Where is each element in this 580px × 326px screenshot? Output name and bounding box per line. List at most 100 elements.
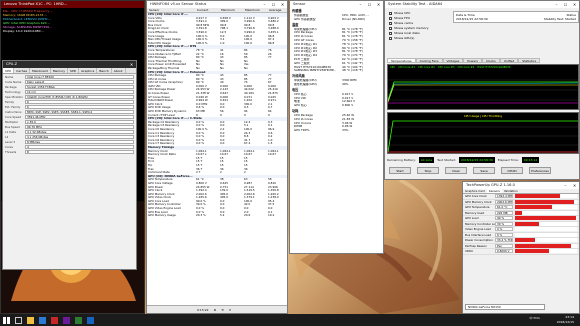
sensor-tree[interactable]: 传感器 传感器类型 CPU, HDD, ACPI, ... GPU 传感器类型 Driv… (290, 9, 383, 133)
gpuz-sensor-value: 33.4 % TDP (495, 238, 513, 243)
tab-sensors[interactable]: Sensors (486, 189, 502, 193)
tab-bench[interactable]: Bench (97, 68, 112, 73)
start-button[interactable] (0, 314, 12, 326)
tab-spd[interactable]: SPD (68, 68, 80, 73)
close-icon[interactable]: ✕ (127, 61, 136, 68)
maximize-icon[interactable]: ☐ (269, 1, 278, 8)
sensor-tree-window[interactable]: Sensor – ☐ ✕ 传感器 传感器类型 CPU, HDD, ACPI, ...… (289, 0, 384, 254)
checkbox[interactable] (389, 32, 392, 35)
taskbar-clock[interactable]: 23:14 2018/12/15 (557, 315, 574, 325)
settings-icon[interactable]: ⚙ (214, 308, 217, 312)
cpuid-button[interactable]: CPUID (501, 167, 523, 174)
column-header[interactable]: Current (195, 8, 219, 12)
cpuz-field-row: Threads 8 (3, 149, 136, 154)
field-value: Kaby Lake-R (25, 79, 134, 84)
gpu-select[interactable]: NVIDIA GeForce MX150 (465, 304, 545, 310)
tab-graphics[interactable]: Graphics (79, 68, 98, 73)
minimize-icon[interactable]: – (561, 182, 570, 189)
hwinfo-window[interactable]: HWiNFO64 v5.xx Sensor Status – ☐ ✕ Senso… (146, 0, 288, 314)
cpuz-field-row: Name Intel Core i7 8550U (3, 74, 136, 79)
cpuz-titlebar[interactable]: CPU-Z ✕ (3, 61, 136, 68)
sensor-tree-row[interactable]: GPU TDP% 33% (290, 129, 383, 133)
column-header[interactable]: Minimum (219, 8, 243, 12)
tab-graphics-card[interactable]: Graphics Card (463, 189, 487, 193)
field-label: Instructions (5, 109, 22, 114)
gpuz-sensor-graph (515, 205, 577, 210)
maximize-icon[interactable]: ☐ (561, 1, 570, 8)
checkbox[interactable] (389, 27, 392, 30)
close-icon[interactable]: ✕ (229, 308, 232, 312)
taskbar-app[interactable] (36, 314, 48, 326)
minimize-icon[interactable]: – (552, 1, 561, 8)
tab-mainboard[interactable]: Mainboard (30, 68, 51, 73)
tab-cooling-fans[interactable]: Cooling Fans (415, 58, 443, 63)
sensor-cell: GPU Memory Usage (148, 214, 176, 218)
language-indicator[interactable]: ENG (534, 316, 540, 320)
gpuz-sensor-name: Bus Interface Load (465, 232, 492, 237)
field-value: 99.76 MHz (25, 124, 134, 129)
stop-button[interactable]: Stop (417, 167, 439, 174)
taskbar-app[interactable] (24, 314, 36, 326)
save-button[interactable]: Save (473, 167, 495, 174)
close-icon[interactable]: ✕ (570, 1, 579, 8)
stability-titlebar[interactable]: System Stability Test - AIDA64 – ☐ ✕ (385, 1, 579, 8)
tab-unified[interactable]: Unified (499, 58, 519, 63)
field-label: Specification (5, 94, 23, 99)
started-value: 2018/12/15 22:58:39 (459, 157, 495, 163)
checkbox[interactable] (389, 22, 392, 25)
taskbar-app[interactable] (84, 314, 96, 326)
column-header[interactable]: Average (267, 8, 287, 12)
cpuz-window[interactable]: CPU-Z ✕ CPU Caches Mainboard Memory SPD … (2, 60, 137, 270)
cpuz-field-row: L2 4 x 256 KBytes (3, 134, 136, 139)
tab-voltages[interactable]: Voltages (442, 58, 464, 63)
close-icon[interactable]: ✕ (570, 182, 579, 189)
close-icon[interactable]: ✕ (278, 1, 287, 8)
checkbox[interactable]: ✓ (389, 12, 393, 16)
reset-icon[interactable]: ⟲ (221, 308, 224, 312)
clear-button[interactable]: Clear (445, 167, 467, 174)
field-value: MMX, SSE, SSE2, SSE3, SSSE3, SSE4.1, SSE… (25, 109, 134, 114)
tab-about[interactable]: About (112, 68, 126, 73)
column-header[interactable]: Sensor (147, 8, 195, 12)
gpuz-window[interactable]: TechPowerUp GPU-Z 1.16.0 – ✕ Graphics Ca… (462, 181, 580, 314)
minimize-icon[interactable]: – (260, 1, 269, 8)
checkbox[interactable] (389, 37, 392, 40)
tab-powers[interactable]: Powers (463, 58, 482, 63)
hwinfo-title: HWiNFO64 v5.xx Sensor Status (150, 2, 207, 6)
tab-validation[interactable]: Validation (502, 189, 520, 193)
maximize-icon[interactable]: ☐ (365, 1, 374, 8)
minimize-icon[interactable]: – (356, 1, 365, 8)
close-icon[interactable]: ✕ (374, 1, 383, 8)
system-tray[interactable]: 中 ENG (530, 316, 540, 320)
task-view-button[interactable] (12, 314, 24, 326)
hwinfo-sensor-list[interactable]: CPU [#0]: Intel Core i7-... Core VIDs 0.91… (147, 13, 287, 218)
gpuz-titlebar[interactable]: TechPowerUp GPU-Z 1.16.0 – ✕ (463, 182, 579, 189)
start-button[interactable]: Start (389, 167, 411, 174)
taskbar-app[interactable] (60, 314, 72, 326)
sensor-tree-row[interactable]: 图形处理器(GPU) 40% (290, 83, 383, 87)
sensor-tree-row[interactable]: GPU 核心 0.800 V (290, 104, 383, 108)
tab-clocks[interactable]: Clocks (482, 58, 500, 63)
sensor-tree-row[interactable]: GPU 传感器类型 Driver (NV-DRV) (290, 18, 383, 22)
aida64-titlebar[interactable]: Lenovo ThinkPad X1C - PC: 1HRD... (1, 1, 144, 8)
tab-memory[interactable]: Memory (51, 68, 69, 73)
stress-option[interactable]: Stress GPU(s) (389, 36, 429, 41)
ime-indicator[interactable]: 中 (530, 316, 533, 320)
date-value: 2018/12/15 22:58:39 (456, 17, 488, 21)
tab-temperatures[interactable]: Temperatures (387, 58, 416, 63)
gpuz-sensor-graph (515, 227, 577, 232)
stability-test-window[interactable]: System Stability Test - AIDA64 – ☐ ✕ ✓ St… (384, 0, 580, 180)
checkbox[interactable] (389, 17, 392, 20)
tab-cpu[interactable]: CPU (3, 68, 15, 73)
taskbar-app[interactable] (72, 314, 84, 326)
tab-statistics[interactable]: Statistics (518, 58, 541, 63)
taskbar-app[interactable] (48, 314, 60, 326)
hwinfo-titlebar[interactable]: HWiNFO64 v5.xx Sensor Status – ☐ ✕ (147, 1, 287, 8)
tab-caches[interactable]: Caches (14, 68, 31, 73)
column-header[interactable]: Maximum (243, 8, 267, 12)
sensor-titlebar[interactable]: Sensor – ☐ ✕ (290, 1, 383, 8)
preferences-button[interactable]: Preferences (529, 167, 551, 174)
sensor-row[interactable]: GPU Memory Usage 20.3 % 5.2 20.6 19.4 (147, 214, 287, 218)
gpuz-sensor-name: Memory Used (465, 210, 485, 215)
sensor-tree-row[interactable]: SAMSUNG MZNTY256HDHP... 48 °C (118 °F) (290, 69, 383, 73)
